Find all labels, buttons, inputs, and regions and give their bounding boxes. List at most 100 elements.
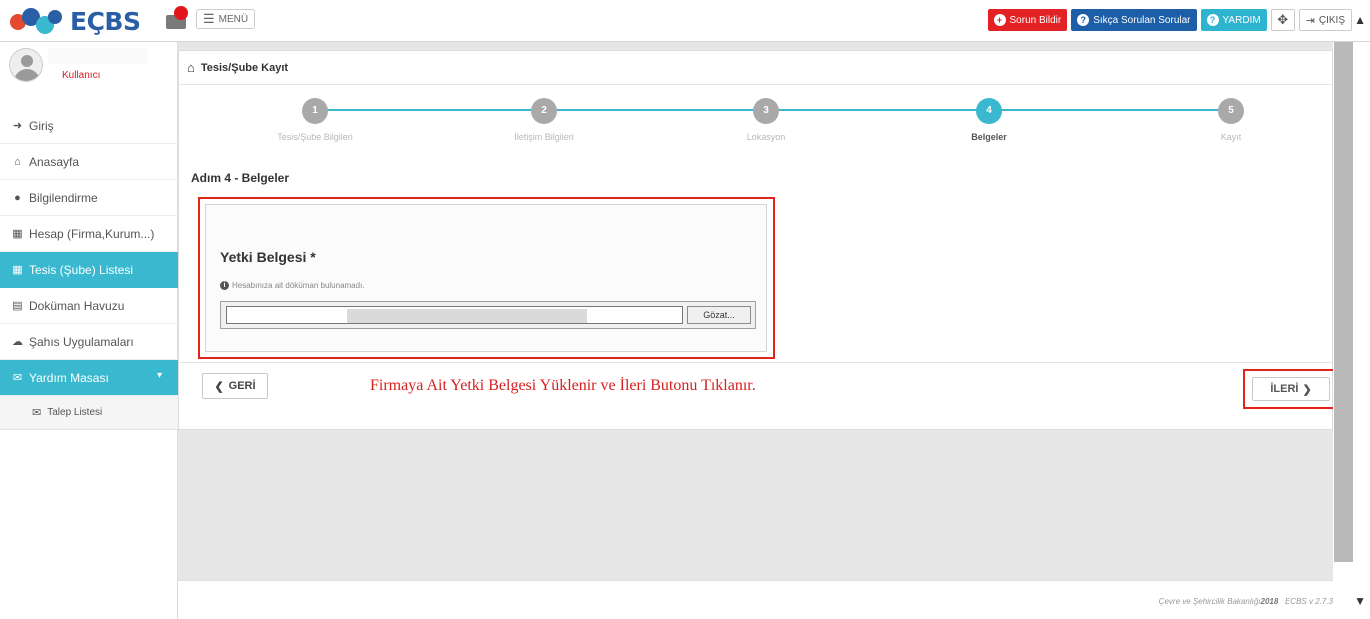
- avatar: [9, 48, 43, 82]
- faq-button[interactable]: ? Sıkça Sorulan Sorular: [1071, 9, 1197, 31]
- logout-label: ÇIKIŞ: [1318, 14, 1345, 26]
- home-icon: ⌂: [14, 155, 21, 168]
- file-upload-control: Gözat...: [220, 301, 756, 329]
- envelope-icon: ✉: [12, 372, 23, 384]
- envelope-icon: ✉: [32, 407, 42, 419]
- sidebar-item-tesis-listesi[interactable]: ▦ Tesis (Şube) Listesi: [0, 252, 178, 288]
- sidebar-item-anasayfa[interactable]: ⌂ Anasayfa: [0, 144, 178, 180]
- next-label: İLERİ: [1270, 383, 1299, 395]
- ecbs-logo[interactable]: EÇBS: [10, 4, 141, 38]
- wizard-step-5: 5 Kayıt: [1166, 98, 1296, 142]
- breadcrumb: ⌂ Tesis/Şube Kayıt: [179, 51, 1332, 85]
- sidebar-subitem-talep-listesi[interactable]: ✉ Talep Listesi: [0, 396, 178, 430]
- logout-button[interactable]: ⇥ ÇIKIŞ: [1298, 9, 1352, 31]
- notifications-button[interactable]: [166, 6, 190, 30]
- wizard-step-1: 1 Tesis/Şube Bilgileri: [250, 98, 380, 142]
- question-icon: ?: [1206, 14, 1219, 26]
- sidebar-item-label: Hesap (Firma,Kurum...): [29, 226, 155, 241]
- scrollbar-thumb[interactable]: [1334, 42, 1353, 562]
- sidebar-item-dokuman-havuzu[interactable]: ▤ Doküman Havuzu: [0, 288, 178, 324]
- sidebar-item-label: Şahıs Uygulamaları: [29, 334, 134, 349]
- wizard-steps: 1 Tesis/Şube Bilgileri 2 İletişim Bilgileri…: [179, 91, 1334, 151]
- info-icon: ●: [14, 191, 21, 204]
- document-info: i Hesabınıza ait döküman bulunamadı.: [220, 281, 365, 290]
- info-icon: i: [220, 281, 229, 290]
- sidebar-item-label: Bilgilendirme: [29, 190, 98, 205]
- next-button[interactable]: İLERİ ❯: [1252, 377, 1330, 401]
- page-footer: Çevre ve Şehircilik Bakanlığı2018 ECBS v…: [178, 580, 1333, 619]
- step-title: Adım 4 - Belgeler: [191, 171, 290, 185]
- documents-icon: ▤: [12, 300, 23, 312]
- scroll-up-arrow-icon[interactable]: ▲: [1354, 13, 1366, 27]
- sidebar: Kullanıcı ➜ Giriş ⌂ Anasayfa ● Bilgilend…: [0, 42, 178, 619]
- document-info-text: Hesabınıza ait döküman bulunamadı.: [232, 281, 365, 290]
- menu-toggle-button[interactable]: ☰ MENÜ: [196, 9, 256, 29]
- notification-badge: [174, 6, 188, 20]
- sign-in-icon: ➜: [12, 120, 23, 132]
- browse-button[interactable]: Gözat...: [687, 306, 751, 324]
- wizard-step-4: 4 Belgeler: [924, 98, 1054, 142]
- wizard-step-2: 2 İletişim Bilgileri: [479, 98, 609, 142]
- user-name: Kullanıcı: [62, 70, 101, 81]
- highlight-box: Yetki Belgesi * i Hesabınıza ait döküman…: [198, 197, 775, 359]
- step-number-circle: 2: [531, 98, 557, 124]
- question-icon: ?: [1077, 14, 1090, 26]
- sidebar-item-bilgilendirme[interactable]: ● Bilgilendirme: [0, 180, 178, 216]
- building-icon: ▦: [12, 228, 23, 240]
- sidebar-item-label: Tesis (Şube) Listesi: [29, 262, 134, 277]
- sidebar-item-label: Doküman Havuzu: [29, 298, 125, 313]
- user-name-box: [48, 48, 148, 64]
- building-icon: ▦: [12, 264, 23, 276]
- cloud-icon: ☁: [12, 336, 23, 348]
- next-highlight-box: İLERİ ❯: [1243, 369, 1338, 409]
- document-title: Yetki Belgesi *: [220, 249, 316, 265]
- step-number-circle: 4: [976, 98, 1002, 124]
- document-upload-card: Yetki Belgesi * i Hesabınıza ait döküman…: [205, 204, 767, 352]
- footer-year: 2018: [1260, 597, 1279, 606]
- sidebar-item-label: Giriş: [29, 118, 54, 133]
- footer-text: Çevre ve Şehircilik Bakanlığı2018 ECBS v…: [1159, 597, 1333, 606]
- back-button[interactable]: ❮ GERİ: [202, 373, 268, 399]
- move-icon: ✥: [1277, 12, 1289, 27]
- step-number-circle: 5: [1218, 98, 1244, 124]
- step-number-circle: 3: [753, 98, 779, 124]
- step-label: Belgeler: [971, 132, 1007, 142]
- report-problem-button[interactable]: + Sorun Bildir: [987, 9, 1068, 31]
- step-label: Tesis/Şube Bilgileri: [277, 132, 353, 142]
- sidebar-item-label: Anasayfa: [29, 154, 80, 169]
- logo-text: EÇBS: [70, 6, 141, 36]
- breadcrumb-title: Tesis/Şube Kayıt: [200, 61, 289, 74]
- wizard-panel: ⌂ Tesis/Şube Kayıt 1 Tesis/Şube Bilgileri…: [178, 50, 1338, 430]
- wizard-footer: ❮ GERİ Firmaya Ait Yetki Belgesi Yükleni…: [179, 362, 1338, 429]
- step-number-circle: 1: [302, 98, 328, 124]
- sidebar-item-hesap[interactable]: ▦ Hesap (Firma,Kurum...): [0, 216, 178, 252]
- menu-label: MENÜ: [218, 13, 249, 25]
- sidebar-item-sahis-uygulamalari[interactable]: ☁ Şahıs Uygulamaları: [0, 324, 178, 360]
- sidebar-item-giris[interactable]: ➜ Giriş: [0, 108, 178, 144]
- vertical-scrollbar[interactable]: [1333, 42, 1370, 619]
- file-path-input[interactable]: [226, 306, 683, 324]
- sidebar-item-label: Talep Listesi: [47, 407, 103, 418]
- move-button[interactable]: ✥: [1270, 9, 1295, 31]
- scroll-down-arrow-icon[interactable]: ▼: [1354, 594, 1366, 608]
- chevron-right-icon: ❯: [1302, 383, 1312, 396]
- sidebar-item-yardim-masasi[interactable]: ✉ Yardım Masası ▾: [0, 360, 178, 396]
- step-label: Kayıt: [1220, 132, 1242, 142]
- step-label: Lokasyon: [746, 132, 786, 142]
- help-button[interactable]: ? YARDIM: [1200, 9, 1267, 31]
- logo-mark-icon: [10, 6, 66, 36]
- instruction-note: Firmaya Ait Yetki Belgesi Yüklenir ve İl…: [370, 377, 756, 394]
- plus-circle-icon: +: [993, 14, 1006, 26]
- hamburger-icon: ☰: [203, 11, 215, 26]
- sidebar-nav: ➜ Giriş ⌂ Anasayfa ● Bilgilendirme ▦ Hes…: [0, 108, 178, 430]
- wizard-step-3: 3 Lokasyon: [701, 98, 831, 142]
- user-panel[interactable]: Kullanıcı: [0, 46, 178, 96]
- sidebar-item-label: Yardım Masası: [29, 370, 109, 385]
- faq-label: Sıkça Sorulan Sorular: [1093, 14, 1191, 26]
- main-content: ⌂ Tesis/Şube Kayıt 1 Tesis/Şube Bilgileri…: [178, 42, 1338, 619]
- footer-org: Çevre ve Şehircilik Bakanlığı: [1158, 597, 1261, 606]
- step-label: İletişim Bilgileri: [514, 132, 574, 142]
- top-bar: EÇBS ☰ MENÜ + Sorun Bildir ? Sıkça Sorul…: [0, 0, 1370, 42]
- footer-version: ECBS v 2.7.3: [1284, 597, 1333, 606]
- chevron-down-icon: ▾: [156, 370, 162, 381]
